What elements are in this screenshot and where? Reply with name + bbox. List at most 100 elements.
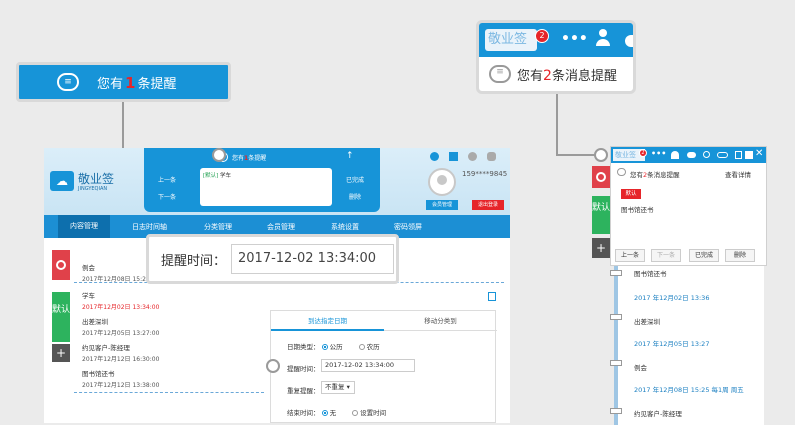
mini-widget: 敬业签 2 ••• ✕ 您有2条消息提醒 查看详情 默认 图书馆还书 上一条 下… <box>610 146 767 266</box>
lunar-radio[interactable] <box>358 344 365 350</box>
next-button[interactable]: 下一条 <box>651 249 681 262</box>
note-title[interactable]: 学车 <box>82 290 95 300</box>
nav-timeline[interactable]: 日志时间轴 <box>132 222 167 232</box>
calendar-icon[interactable] <box>488 292 496 301</box>
lock-icon[interactable] <box>735 151 742 159</box>
member-button[interactable]: 会员管理 <box>426 200 458 210</box>
note-title[interactable]: 出差深圳 <box>634 316 660 326</box>
chat-bubble-icon <box>617 168 626 176</box>
alarm-button[interactable] <box>592 166 610 188</box>
mini-message-title: 您有2条消息提醒 <box>630 171 680 179</box>
alarm-button[interactable] <box>52 250 70 280</box>
prev-button[interactable]: 上一条 <box>158 175 176 184</box>
toggle-icon[interactable] <box>717 152 728 158</box>
refresh-icon[interactable] <box>430 152 439 161</box>
note-date: 2017 年12月05日 13:27 <box>634 340 710 348</box>
brand-name: 敬业签 <box>78 172 115 186</box>
nav-settings[interactable]: 系统设置 <box>331 222 359 232</box>
note-date: 2017 年12月02日 13:36 <box>634 294 710 302</box>
time-callout-label: 提醒时间： <box>161 254 227 269</box>
time-callout: 提醒时间： 2017-12-02 13:34:00 <box>146 234 399 284</box>
note-title[interactable]: 约见客户-陈经理 <box>82 342 130 352</box>
note-title[interactable]: 图书馆还书 <box>82 368 115 378</box>
add-category-button[interactable]: + <box>592 238 610 258</box>
note-title[interactable]: 例会 <box>634 362 647 372</box>
end-time-row: 结束时间： 无 设置时间 <box>287 409 387 417</box>
list-marker <box>610 360 622 366</box>
arrow-up-icon[interactable]: ↑ <box>346 151 354 161</box>
mini-note-list: 图书馆还书 2017 年12月02日 13:36 出差深圳 2017 年12月0… <box>610 266 764 425</box>
note-date: 2017年12月12日 16:30:00 <box>82 356 160 363</box>
list-marker <box>610 314 622 320</box>
reminder-callout: ≡ 您有 1 条提醒 <box>16 62 231 102</box>
reminder-form: 到达指定日期 移动分类到 日期类型： 公历 农历 提醒时间： 2017-12-0… <box>270 310 497 423</box>
chat-bubble-icon: ≡ <box>57 73 79 91</box>
search-icon[interactable] <box>703 151 710 158</box>
cloud-icon[interactable] <box>625 35 633 47</box>
tab-move-category[interactable]: 移动分类到 <box>384 311 497 331</box>
nav-member[interactable]: 会员管理 <box>267 222 295 232</box>
category-default[interactable]: 默认 <box>52 292 70 342</box>
close-icon[interactable]: ✕ <box>755 148 763 159</box>
note-date: 2017年12月05日 13:27:00 <box>82 330 160 337</box>
unread-badge: 2 <box>535 29 549 43</box>
reminder-callout-text: 您有 1 条提醒 <box>97 73 177 92</box>
view-detail-link[interactable]: 查看详情 <box>725 169 751 179</box>
connector-dot <box>594 148 608 162</box>
more-icon[interactable]: ••• <box>651 149 666 158</box>
mini-toolbar: 敬业签 2 ••• ✕ <box>611 147 766 163</box>
cloud-icon[interactable] <box>687 152 696 158</box>
message-callout-text: 您有2条消息提醒 <box>517 68 617 84</box>
phone-number: 159****9845 <box>462 170 508 178</box>
note-date: 2017年12月02日 13:34:00 <box>82 304 160 311</box>
repeat-select[interactable]: 不重复 ▾ <box>321 381 355 394</box>
remind-time-input[interactable]: 2017-12-02 13:34:00 <box>321 359 415 372</box>
mini-content: 图书馆还书 <box>621 206 654 214</box>
delete-button[interactable]: 删除 <box>725 249 755 262</box>
note-date: 2017年12月12日 13:38:00 <box>82 382 160 389</box>
note-title[interactable]: 出差深圳 <box>82 316 108 326</box>
list-marker <box>610 270 622 276</box>
note-title[interactable]: 例会 <box>82 262 95 272</box>
pin-icon[interactable] <box>745 151 753 159</box>
windows-icon[interactable] <box>449 152 458 161</box>
callout-toolbar: 敬业签 2 ••• <box>479 23 633 57</box>
done-button[interactable]: 已完成 <box>346 175 364 184</box>
more-icon[interactable]: ••• <box>561 31 588 47</box>
note-date: 2017 年12月08日 15:25 每1周 周五 <box>634 386 744 394</box>
reminder-popup: 您有1条提醒 ↑ 上一条 下一条 已完成 删除 [默认] 学车 <box>144 148 380 212</box>
end-set-radio[interactable] <box>352 410 359 416</box>
android-icon[interactable] <box>487 152 496 161</box>
date-type-row: 日期类型： 公历 农历 <box>287 343 380 351</box>
avatar[interactable] <box>428 168 456 196</box>
chat-bubble-icon: ≡ <box>489 65 511 83</box>
done-button[interactable]: 已完成 <box>689 249 719 262</box>
category-tag: [默认] <box>203 173 219 179</box>
repeat-label: 重复提醒： <box>287 387 320 395</box>
user-icon[interactable] <box>595 29 611 49</box>
next-button[interactable]: 下一条 <box>158 192 176 201</box>
nav-category[interactable]: 分类管理 <box>204 222 232 232</box>
nav-password[interactable]: 密码领屏 <box>394 222 422 232</box>
note-title[interactable]: 图书馆还书 <box>634 268 667 278</box>
popup-content: 学车 <box>220 173 232 179</box>
tab-reminder-date[interactable]: 到达指定日期 <box>271 311 384 331</box>
apple-icon[interactable] <box>468 152 477 161</box>
brand-subtitle: JINGYEQIAN <box>78 186 108 192</box>
time-callout-value: 2017-12-02 13:34:00 <box>231 244 394 274</box>
app-logo: 敬业签 <box>485 29 537 51</box>
connector-dot <box>266 359 280 373</box>
prev-button[interactable]: 上一条 <box>615 249 645 262</box>
main-app-window: ☁ 敬业签 JINGYEQIAN 159****9845 会员管理 退出登录 您… <box>44 148 510 423</box>
category-default[interactable]: 默认 <box>592 196 610 234</box>
add-category-button[interactable]: + <box>52 344 70 362</box>
nav-content[interactable]: 内容管理 <box>58 215 110 238</box>
user-icon[interactable] <box>671 151 679 159</box>
delete-button[interactable]: 删除 <box>349 192 361 201</box>
note-title[interactable]: 约见客户-陈经理 <box>634 408 682 418</box>
message-callout: 敬业签 2 ••• ≡ 您有2条消息提醒 <box>476 20 636 94</box>
logout-button[interactable]: 退出登录 <box>472 200 504 210</box>
end-none-radio[interactable] <box>321 410 328 416</box>
unread-badge: 2 <box>639 149 647 157</box>
solar-radio[interactable] <box>321 344 328 350</box>
